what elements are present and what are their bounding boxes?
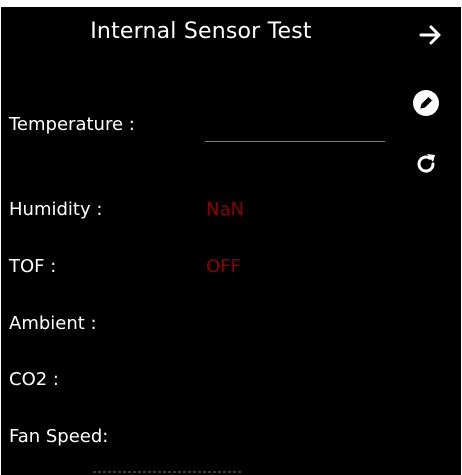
sensor-test-panel: Internal Sensor Test Temperature : Humid… bbox=[1, 7, 461, 475]
humidity-label: Humidity : bbox=[9, 199, 103, 220]
ambient-label: Ambient : bbox=[9, 313, 97, 334]
temperature-input[interactable] bbox=[205, 117, 385, 142]
tof-label: TOF : bbox=[9, 256, 57, 277]
co2-label: CO2 : bbox=[9, 369, 59, 390]
fan-speed-label: Fan Speed: bbox=[9, 426, 109, 447]
arrow-right-icon[interactable] bbox=[419, 24, 443, 46]
scroll-hint-divider bbox=[93, 471, 243, 473]
page-title: Internal Sensor Test bbox=[90, 19, 312, 44]
temperature-label: Temperature : bbox=[9, 114, 135, 135]
refresh-icon[interactable] bbox=[414, 152, 438, 176]
tof-value: OFF bbox=[206, 256, 241, 277]
humidity-value: NaN bbox=[206, 199, 244, 220]
pencil-icon[interactable] bbox=[412, 89, 440, 117]
